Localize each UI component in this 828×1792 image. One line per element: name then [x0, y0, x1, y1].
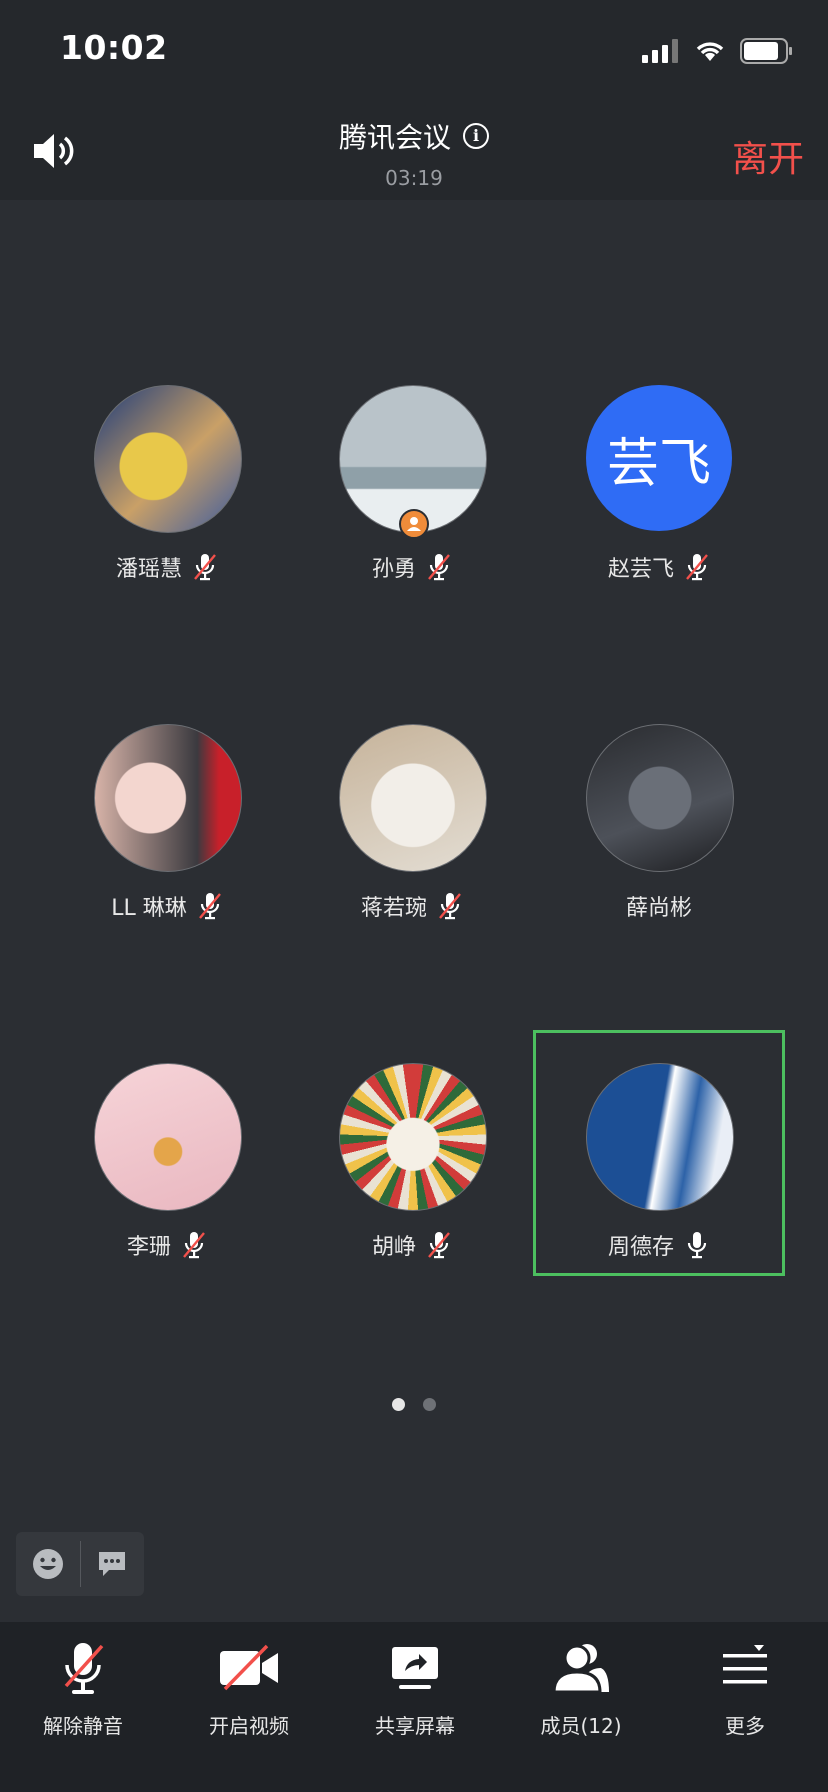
- page-indicator: [0, 1398, 828, 1411]
- participant-name: 蒋若琬: [360, 896, 427, 921]
- page-dot[interactable]: [392, 1398, 405, 1411]
- participant-avatar: [94, 385, 242, 533]
- participant-tile[interactable]: LL 琳琳: [44, 694, 290, 934]
- participant-avatar: [94, 1063, 242, 1211]
- host-badge-icon: [399, 509, 429, 539]
- mic-icon: [684, 1230, 710, 1260]
- info-icon[interactable]: i: [463, 123, 489, 149]
- participant-tile[interactable]: 芸飞 赵芸飞: [536, 355, 782, 595]
- participant-tile[interactable]: 薛尚彬: [536, 694, 782, 934]
- avatar-initials: 芸飞: [606, 433, 711, 494]
- bottom-toolbar: 解除静音 开启视频 共享屏幕 成员(12) 更多: [0, 1622, 828, 1792]
- reaction-chat-box: [16, 1532, 144, 1596]
- mic-muted-icon: [437, 891, 463, 921]
- mic-muted-icon: [197, 891, 223, 921]
- page-dot[interactable]: [423, 1398, 436, 1411]
- participant-tile[interactable]: 胡峥: [289, 1033, 535, 1273]
- participant-avatar: 芸飞: [586, 385, 732, 531]
- status-time: 10:02: [60, 28, 168, 67]
- mic-muted-icon: [181, 1230, 207, 1260]
- mic-muted-icon: [426, 1230, 452, 1260]
- unmute-button[interactable]: 解除静音: [0, 1622, 166, 1742]
- participant-name: 孙勇: [371, 557, 416, 582]
- participant-tile[interactable]: 潘瑶慧: [44, 355, 290, 595]
- participant-name: 赵芸飞: [607, 557, 674, 582]
- meeting-header: 腾讯会议 i 03:19 离开: [0, 100, 828, 200]
- participant-avatar: [586, 1063, 734, 1211]
- share-screen-icon: [392, 1647, 438, 1689]
- participant-name: LL 琳琳: [111, 896, 187, 921]
- participant-avatar: [94, 724, 242, 872]
- leave-button[interactable]: 离开: [732, 130, 804, 182]
- participant-tile[interactable]: 蒋若琬: [289, 694, 535, 934]
- more-button[interactable]: 更多: [662, 1622, 828, 1742]
- more-menu-icon: [723, 1645, 767, 1684]
- members-icon: [552, 1644, 609, 1694]
- emoji-icon: [32, 1549, 63, 1579]
- participant-name: 胡峥: [371, 1235, 416, 1260]
- meeting-timer: 03:19: [385, 166, 443, 190]
- members-button[interactable]: 成员(12): [498, 1622, 664, 1742]
- video-off-icon: [220, 1644, 278, 1691]
- chat-icon: [99, 1552, 126, 1576]
- chat-button[interactable]: [81, 1532, 145, 1596]
- mic-muted-icon: [64, 1643, 104, 1694]
- participant-tile[interactable]: 孙勇: [289, 355, 535, 595]
- mic-muted-icon: [684, 552, 710, 582]
- battery-icon: [740, 38, 792, 64]
- emoji-button[interactable]: [16, 1532, 80, 1596]
- meeting-title[interactable]: 腾讯会议 i: [339, 116, 489, 156]
- start-video-button[interactable]: 开启视频: [166, 1622, 332, 1742]
- share-screen-button[interactable]: 共享屏幕: [332, 1622, 498, 1742]
- signal-icon: [642, 39, 678, 63]
- participant-name: 潘瑶慧: [115, 557, 182, 582]
- participant-name: 薛尚彬: [625, 896, 692, 921]
- participant-name: 李珊: [126, 1235, 171, 1260]
- participant-tile[interactable]: 李珊: [44, 1033, 290, 1273]
- status-bar: 10:02: [0, 0, 828, 100]
- mic-muted-icon: [426, 552, 452, 582]
- participant-tile[interactable]: 周德存: [533, 1030, 785, 1276]
- participant-avatar: [339, 724, 487, 872]
- wifi-icon: [696, 42, 724, 61]
- participant-avatar: [586, 724, 734, 872]
- mic-muted-icon: [192, 552, 218, 582]
- participant-avatar: [339, 1063, 487, 1211]
- participant-name: 周德存: [607, 1235, 674, 1260]
